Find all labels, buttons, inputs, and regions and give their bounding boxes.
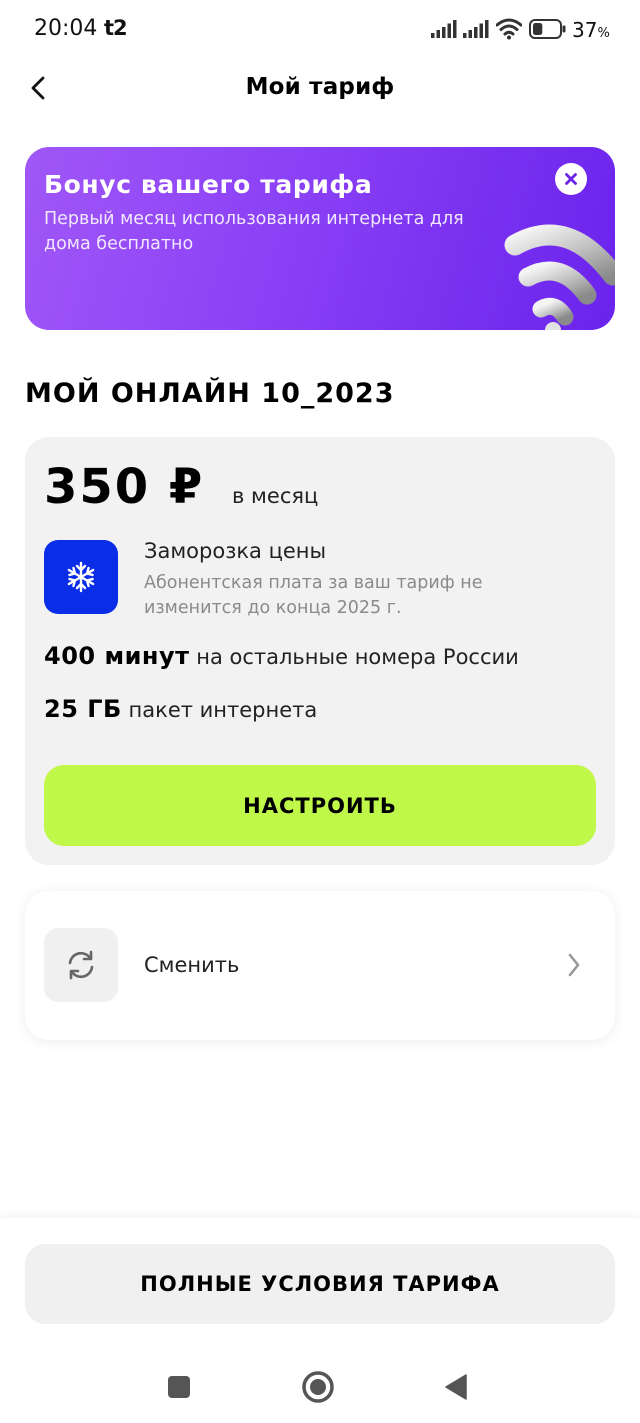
chevron-right-icon — [568, 953, 580, 977]
banner-close-button[interactable] — [555, 163, 587, 195]
configure-button[interactable]: НАСТРОИТЬ — [44, 765, 596, 846]
snowflake-icon — [67, 561, 95, 593]
banner-description: Первый месяц использования интернета для… — [44, 209, 464, 254]
nav-home-button[interactable] — [296, 1365, 340, 1409]
close-icon — [565, 173, 577, 185]
square-icon — [168, 1376, 190, 1398]
nav-back-button[interactable] — [434, 1365, 478, 1409]
tariff-name: МОЙ ОНЛАЙН 10_2023 — [25, 378, 395, 409]
status-time: 20:04 — [34, 16, 98, 41]
circle-icon — [302, 1371, 334, 1403]
refresh-icon — [68, 950, 94, 980]
page-title: Мой тариф — [245, 74, 395, 100]
wifi-icon — [496, 18, 522, 40]
carrier-logo: t2 — [104, 16, 128, 40]
full-terms-button[interactable]: ПОЛНЫЕ УСЛОВИЯ ТАРИФА — [25, 1244, 615, 1324]
feature-minutes: 400 минут на остальные номера России — [44, 642, 519, 670]
nav-recents-button[interactable] — [157, 1365, 201, 1409]
wifi-3d-icon — [504, 224, 615, 330]
banner-title: Бонус вашего тарифа — [44, 170, 373, 199]
status-bar: 20:04 t2 37% — [0, 0, 640, 60]
tariff-price-period: в месяц — [232, 484, 319, 508]
change-tariff-label: Сменить — [144, 953, 240, 977]
signal-icon — [431, 20, 457, 38]
price-freeze-badge — [44, 540, 118, 614]
feature-internet: 25 ГБ пакет интернета — [44, 695, 318, 723]
tariff-card: 350 ₽ в месяц Заморозка цены Абонентская… — [25, 437, 615, 865]
triangle-back-icon — [445, 1374, 467, 1400]
price-freeze-description: Абонентская плата за ваш тариф не измени… — [144, 573, 483, 618]
change-tariff-row[interactable]: Сменить — [25, 891, 615, 1040]
signal-icon — [463, 20, 489, 38]
price-freeze-title: Заморозка цены — [144, 539, 327, 563]
tariff-price: 350 ₽ — [44, 459, 205, 515]
battery-icon — [529, 19, 566, 39]
bonus-banner[interactable]: Бонус вашего тарифа Первый месяц использ… — [25, 147, 615, 330]
battery-percent: 37% — [572, 18, 610, 42]
change-icon-box — [44, 928, 118, 1002]
